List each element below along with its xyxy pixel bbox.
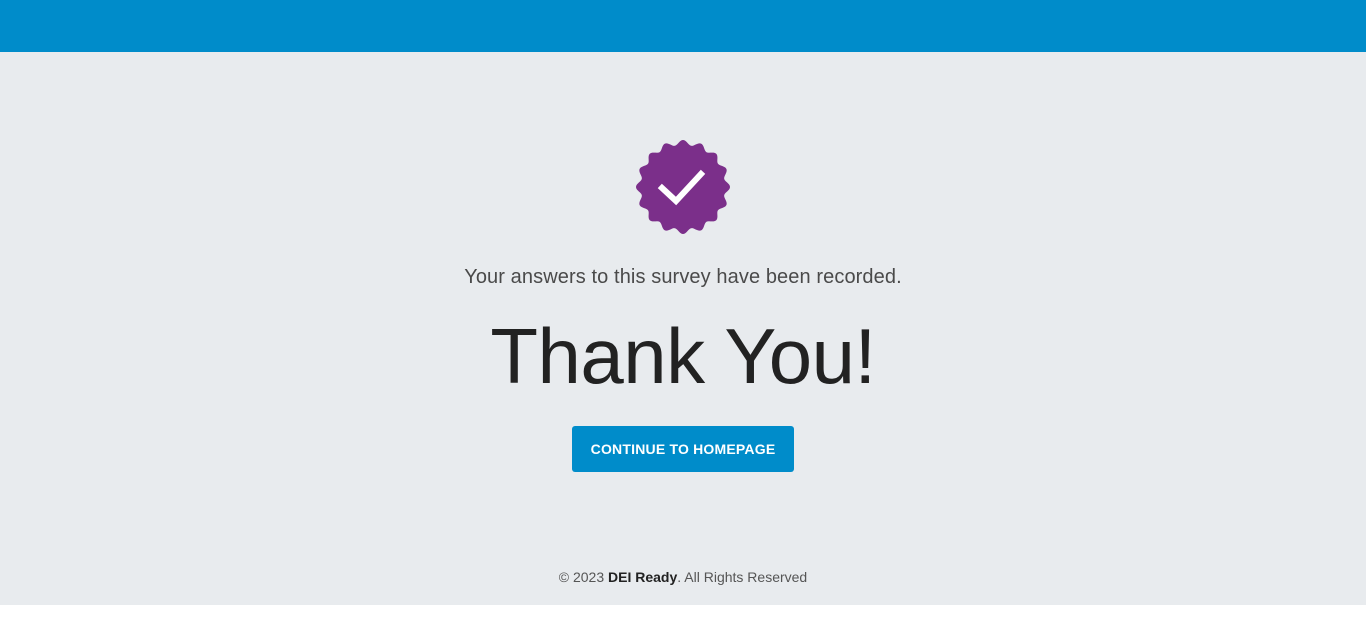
rights-text: . All Rights Reserved (677, 569, 808, 585)
footer-copyright: © 2023 DEI Ready. All Rights Reserved (0, 565, 1366, 589)
continue-to-homepage-button[interactable]: CONTINUE TO HOMEPAGE (572, 426, 794, 472)
check-badge-icon (636, 140, 730, 234)
page-bottom-strip (0, 605, 1366, 617)
brand-name: DEI Ready (608, 569, 678, 585)
copyright-year: © 2023 (558, 569, 605, 585)
thank-you-heading: Thank You! (490, 312, 876, 400)
confirmation-message: Your answers to this survey have been re… (464, 266, 902, 288)
top-header-bar (0, 0, 1366, 52)
success-badge (635, 139, 731, 235)
